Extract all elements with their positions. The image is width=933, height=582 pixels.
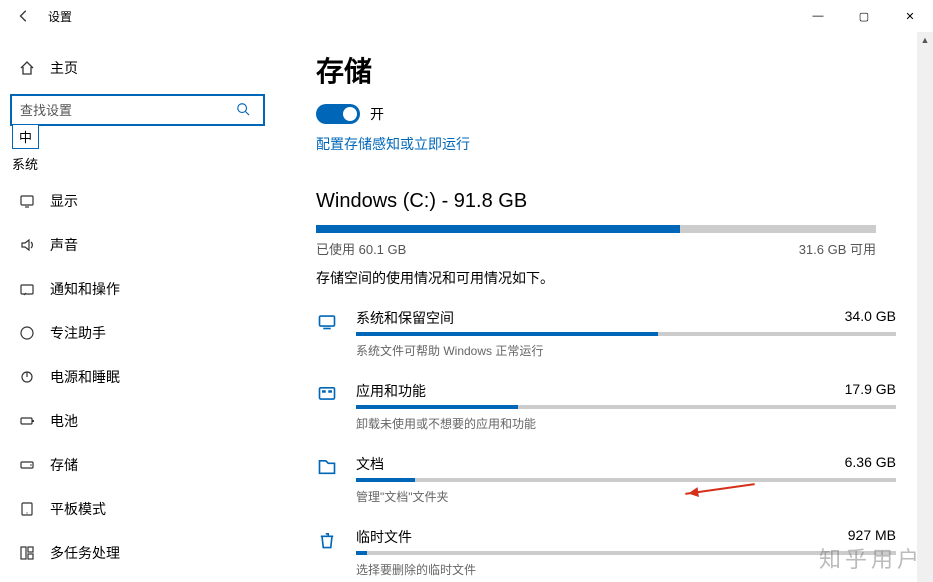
drive-desc: 存储空间的使用情况和可用情况如下。 bbox=[316, 268, 913, 288]
sidebar-item-tablet[interactable]: 平板模式 bbox=[10, 487, 270, 531]
nav-label: 电源和睡眠 bbox=[50, 367, 120, 387]
system-icon bbox=[316, 310, 338, 332]
power-icon bbox=[18, 369, 36, 385]
nav-label: 电池 bbox=[50, 411, 78, 431]
category-size: 6.36 GB bbox=[845, 454, 896, 474]
category-bar bbox=[356, 405, 896, 409]
sidebar-item-power[interactable]: 电源和睡眠 bbox=[10, 355, 270, 399]
sidebar-item-storage[interactable]: 存储 bbox=[10, 443, 270, 487]
watermark: 知乎用户 bbox=[819, 542, 923, 574]
home-icon bbox=[18, 60, 36, 76]
category-header: 系统 bbox=[10, 154, 270, 173]
drive-labels: 已使用 60.1 GB 31.6 GB 可用 bbox=[316, 239, 876, 258]
category-docs[interactable]: 文档 6.36 GB 管理"文档"文件夹 bbox=[316, 454, 896, 505]
ime-indicator: 中 bbox=[12, 124, 39, 149]
notifications-icon bbox=[18, 281, 36, 297]
apps-icon bbox=[316, 383, 338, 405]
category-sub: 选择要删除的临时文件 bbox=[356, 561, 896, 578]
main-content: 存储 开 配置存储感知或立即运行 Windows (C:) - 91.8 GB … bbox=[290, 32, 933, 582]
used-label: 已使用 60.1 GB bbox=[316, 239, 406, 258]
home-label: 主页 bbox=[50, 58, 78, 78]
page-title: 存储 bbox=[316, 50, 913, 90]
tablet-icon bbox=[18, 501, 36, 517]
home-nav[interactable]: 主页 bbox=[10, 48, 270, 88]
category-system[interactable]: 系统和保留空间 34.0 GB 系统文件可帮助 Windows 正常运行 bbox=[316, 308, 896, 359]
drive-usage-fill bbox=[316, 225, 680, 233]
category-sub: 系统文件可帮助 Windows 正常运行 bbox=[356, 342, 896, 359]
category-sub: 卸载未使用或不想要的应用和功能 bbox=[356, 415, 896, 432]
nav-label: 显示 bbox=[50, 191, 78, 211]
sidebar-item-sound[interactable]: 声音 bbox=[10, 223, 270, 267]
nav-label: 存储 bbox=[50, 455, 78, 475]
storage-sense-toggle-row: 开 bbox=[316, 104, 913, 124]
storage-sense-toggle[interactable] bbox=[316, 104, 360, 124]
category-bar bbox=[356, 478, 896, 482]
nav-label: 多任务处理 bbox=[50, 543, 120, 563]
docs-icon bbox=[316, 456, 338, 478]
sidebar-item-display[interactable]: 显示 bbox=[10, 179, 270, 223]
titlebar: 设置 — ▢ ✕ bbox=[0, 0, 933, 32]
free-label: 31.6 GB 可用 bbox=[799, 239, 876, 258]
back-button[interactable] bbox=[8, 0, 40, 32]
nav-label: 平板模式 bbox=[50, 499, 106, 519]
focus-icon bbox=[18, 325, 36, 341]
window-controls: — ▢ ✕ bbox=[795, 0, 933, 32]
category-apps[interactable]: 应用和功能 17.9 GB 卸载未使用或不想要的应用和功能 bbox=[316, 381, 896, 432]
battery-icon bbox=[18, 413, 36, 429]
category-bar bbox=[356, 551, 896, 555]
arrow-left-icon bbox=[17, 9, 31, 23]
sound-icon bbox=[18, 237, 36, 253]
category-name: 临时文件 bbox=[356, 527, 412, 547]
drive-usage-bar bbox=[316, 225, 876, 233]
nav-label: 专注助手 bbox=[50, 323, 106, 343]
sidebar: 主页 中 系统 显示声音通知和操作专注助手电源和睡眠电池存储平板模式多任务处理 bbox=[0, 32, 290, 582]
category-temp[interactable]: 临时文件927 MB选择要删除的临时文件 bbox=[316, 527, 896, 578]
multitask-icon bbox=[18, 545, 36, 561]
search-icon bbox=[236, 102, 250, 116]
close-button[interactable]: ✕ bbox=[887, 0, 933, 32]
minimize-button[interactable]: — bbox=[795, 0, 841, 32]
category-size: 17.9 GB bbox=[845, 381, 896, 401]
maximize-button[interactable]: ▢ bbox=[841, 0, 887, 32]
storage-icon bbox=[18, 457, 36, 473]
display-icon bbox=[18, 193, 36, 209]
sidebar-item-focus[interactable]: 专注助手 bbox=[10, 311, 270, 355]
app-title: 设置 bbox=[48, 8, 72, 25]
category-size: 34.0 GB bbox=[845, 308, 896, 328]
scrollbar[interactable]: ▲ bbox=[917, 32, 933, 582]
toggle-label: 开 bbox=[370, 104, 384, 124]
category-name: 应用和功能 bbox=[356, 381, 426, 401]
search-wrap: 中 bbox=[10, 94, 270, 126]
category-sub: 管理"文档"文件夹 bbox=[356, 488, 896, 505]
nav-label: 声音 bbox=[50, 235, 78, 255]
search-input[interactable] bbox=[10, 94, 265, 126]
configure-link[interactable]: 配置存储感知或立即运行 bbox=[316, 134, 470, 154]
nav-label: 通知和操作 bbox=[50, 279, 120, 299]
drive-title: Windows (C:) - 91.8 GB bbox=[316, 190, 913, 213]
sidebar-item-multitask[interactable]: 多任务处理 bbox=[10, 531, 270, 575]
category-bar bbox=[356, 332, 896, 336]
sidebar-item-notifications[interactable]: 通知和操作 bbox=[10, 267, 270, 311]
temp-icon bbox=[316, 529, 338, 551]
category-name: 系统和保留空间 bbox=[356, 308, 454, 328]
scroll-up-icon[interactable]: ▲ bbox=[917, 32, 933, 48]
category-name: 文档 bbox=[356, 454, 384, 474]
sidebar-item-battery[interactable]: 电池 bbox=[10, 399, 270, 443]
